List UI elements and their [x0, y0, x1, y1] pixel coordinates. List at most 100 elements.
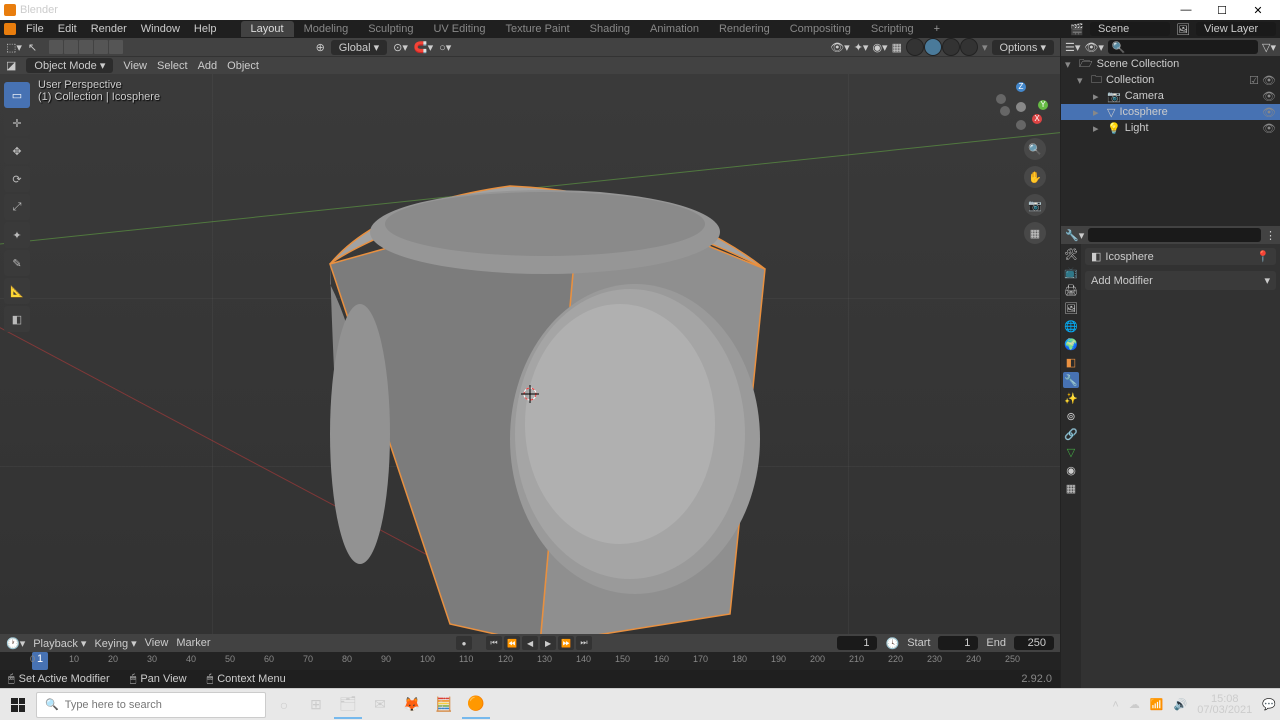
tab-layout[interactable]: Layout — [241, 21, 294, 37]
tool-rotate[interactable]: ⟳ — [4, 166, 30, 192]
taskbar-blender-icon[interactable]: 🟠 — [462, 691, 490, 719]
pan-icon[interactable]: ✋ — [1024, 166, 1046, 188]
ptab-constraints[interactable]: 🔗 — [1063, 426, 1079, 442]
tray-onedrive-icon[interactable]: ☁ — [1129, 698, 1140, 711]
taskbar-mail-icon[interactable]: ✉ — [366, 691, 394, 719]
3d-viewport[interactable]: User Perspective (1) Collection | Icosph… — [0, 74, 1060, 634]
taskbar-calculator-icon[interactable]: 🧮 — [430, 691, 458, 719]
pivot-icon[interactable]: ⊙▾ — [393, 41, 408, 54]
tool-transform[interactable]: ✦ — [4, 222, 30, 248]
tool-add-cube[interactable]: ◧ — [4, 306, 30, 332]
minimize-button[interactable]: — — [1168, 4, 1204, 17]
timeline-view-menu[interactable]: View — [145, 637, 169, 649]
perspective-toggle-icon[interactable]: ▦ — [1024, 222, 1046, 244]
cortana-icon[interactable]: ○ — [270, 691, 298, 719]
interaction-mode[interactable]: Object Mode ▾ — [26, 58, 113, 73]
start-frame-field[interactable]: 1 — [938, 636, 978, 650]
snap-element-icon[interactable] — [49, 40, 63, 54]
outliner-item-light[interactable]: ▸💡Light👁 — [1061, 120, 1280, 136]
tool-cursor[interactable]: ✛ — [4, 110, 30, 136]
tray-volume-icon[interactable]: 🔊 — [1174, 698, 1188, 711]
object-types-visibility-icon[interactable]: 👁▾ — [830, 41, 850, 54]
taskbar-explorer-icon[interactable]: 🗂 — [334, 691, 362, 719]
tab-compositing[interactable]: Compositing — [780, 21, 861, 37]
snap-element-icon[interactable] — [94, 40, 108, 54]
ptab-output[interactable]: 🖨 — [1063, 282, 1079, 298]
tab-scripting[interactable]: Scripting — [861, 21, 924, 37]
gizmo-x-axis[interactable]: X — [1032, 114, 1042, 124]
tab-uv-editing[interactable]: UV Editing — [423, 21, 495, 37]
editor-type-icon[interactable]: ⬚▾ — [6, 41, 22, 54]
outliner-item-icosphere[interactable]: ▸▽Icosphere👁 — [1061, 104, 1280, 120]
overlays-icon[interactable]: ◉▾ — [872, 41, 887, 54]
jump-start-icon[interactable]: ⏮ — [486, 636, 502, 650]
taskbar-firefox-icon[interactable]: 🦊 — [398, 691, 426, 719]
viewport-options[interactable]: Options ▾ — [992, 40, 1055, 55]
camera-view-icon[interactable]: 📷 — [1024, 194, 1046, 216]
properties-search[interactable] — [1088, 228, 1261, 242]
taskbar-search[interactable]: 🔍 Type here to search — [36, 692, 266, 718]
cursor-tool-icon[interactable]: ↖ — [28, 41, 37, 54]
ptab-tool[interactable]: 🛠 — [1063, 246, 1079, 262]
menu-edit[interactable]: Edit — [52, 23, 83, 35]
outliner-editor-icon[interactable]: ☰▾ — [1065, 41, 1080, 54]
timeline-playback-menu[interactable]: Playback ▾ — [33, 637, 86, 650]
menu-render[interactable]: Render — [85, 23, 133, 35]
ptab-particles[interactable]: ✨ — [1063, 390, 1079, 406]
menu-help[interactable]: Help — [188, 23, 223, 35]
ptab-texture[interactable]: ▦ — [1063, 480, 1079, 496]
ptab-render[interactable]: 📺 — [1063, 264, 1079, 280]
autokey-icon[interactable]: ● — [456, 636, 472, 650]
start-button[interactable] — [4, 693, 32, 717]
outliner-display-icon[interactable]: 👁▾ — [1084, 41, 1104, 54]
gizmo-y-axis[interactable]: Y — [1038, 100, 1048, 110]
taskbar-clock[interactable]: 15:08 07/03/2021 — [1197, 694, 1252, 716]
ptab-mesh[interactable]: ▽ — [1063, 444, 1079, 460]
timeline-keying-menu[interactable]: Keying ▾ — [94, 637, 136, 650]
tool-measure[interactable]: 📐 — [4, 278, 30, 304]
current-frame-field[interactable]: 1 — [837, 636, 877, 650]
shading-wireframe[interactable] — [906, 38, 924, 56]
ptab-material[interactable]: ◉ — [1063, 462, 1079, 478]
menu-object[interactable]: Object — [227, 60, 259, 72]
shading-material[interactable] — [942, 38, 960, 56]
end-frame-field[interactable]: 250 — [1014, 636, 1054, 650]
gizmo-icon[interactable]: ✦▾ — [854, 41, 869, 54]
tray-wifi-icon[interactable]: 📶 — [1150, 698, 1164, 711]
tab-sculpting[interactable]: Sculpting — [358, 21, 423, 37]
properties-breadcrumb[interactable]: ◧ Icosphere 📍 — [1085, 248, 1276, 265]
snap-element-icon[interactable] — [109, 40, 123, 54]
tab-rendering[interactable]: Rendering — [709, 21, 780, 37]
menu-select[interactable]: Select — [157, 60, 188, 72]
ptab-physics[interactable]: ⊚ — [1063, 408, 1079, 424]
tab-add-workspace[interactable]: + — [924, 21, 950, 37]
tab-modeling[interactable]: Modeling — [294, 21, 359, 37]
tab-texture-paint[interactable]: Texture Paint — [495, 21, 579, 37]
outliner-collection[interactable]: ▾🗀Collection ☑ 👁 — [1061, 72, 1280, 88]
xray-icon[interactable]: ▦ — [892, 41, 902, 54]
transform-orientation[interactable]: Global ▾ — [331, 40, 387, 55]
pin-icon[interactable]: 📍 — [1256, 250, 1270, 263]
play-reverse-icon[interactable]: ◀ — [522, 636, 538, 650]
snap-element-icon[interactable] — [79, 40, 93, 54]
tool-scale[interactable]: ⤢ — [4, 194, 30, 220]
preview-range-icon[interactable]: 🕓 — [885, 637, 899, 650]
outliner-item-camera[interactable]: ▸📷Camera👁 — [1061, 88, 1280, 104]
tab-shading[interactable]: Shading — [580, 21, 640, 37]
jump-end-icon[interactable]: ⏭ — [576, 636, 592, 650]
notifications-icon[interactable]: 💬 — [1262, 698, 1276, 711]
ptab-modifiers[interactable]: 🔧 — [1063, 372, 1079, 388]
snap-icon[interactable]: 🧲▾ — [414, 41, 433, 54]
task-view-icon[interactable]: ⊞ — [302, 691, 330, 719]
shading-rendered[interactable] — [960, 38, 978, 56]
close-button[interactable]: ✕ — [1240, 4, 1276, 17]
zoom-icon[interactable]: 🔍 — [1024, 138, 1046, 160]
navigation-gizmo[interactable]: X Y Z — [996, 82, 1046, 132]
menu-add[interactable]: Add — [198, 60, 218, 72]
tray-chevron-icon[interactable]: ˄ — [1112, 699, 1118, 711]
timeline-track[interactable]: 1 01020304050607080901001101201301401501… — [0, 652, 1060, 670]
ptab-world[interactable]: 🌍 — [1063, 336, 1079, 352]
proportional-icon[interactable]: ○▾ — [439, 41, 451, 54]
ptab-object[interactable]: ◧ — [1063, 354, 1079, 370]
tab-animation[interactable]: Animation — [640, 21, 709, 37]
